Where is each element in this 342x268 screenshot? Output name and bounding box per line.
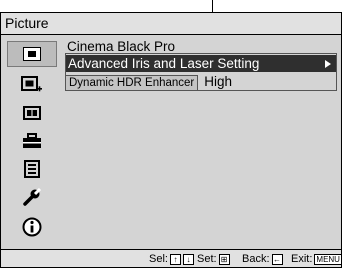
back-hint: Back: ← bbox=[242, 253, 283, 265]
submenu-arrow-icon bbox=[325, 60, 331, 68]
installation-wrench-icon bbox=[23, 188, 41, 206]
up-arrow-key-icon: ↑ bbox=[169, 253, 181, 265]
sidebar-item-setup[interactable] bbox=[15, 129, 49, 153]
information-icon bbox=[22, 217, 42, 237]
picture-plus-icon bbox=[21, 76, 42, 92]
sidebar-item-information[interactable] bbox=[15, 215, 49, 239]
menu-item-advanced-iris-laser[interactable]: Advanced Iris and Laser Setting bbox=[65, 55, 337, 72]
sidebar-item-picture-plus[interactable] bbox=[15, 73, 49, 97]
setting-label: Dynamic HDR Enhancer bbox=[65, 75, 199, 91]
menu-footer: Sel: ↑ ↓ Set: ⊞ Back: ← Exit: MENU bbox=[1, 249, 342, 267]
picture-menu: Picture Cinema Black Pro Advanced Iris a… bbox=[0, 12, 342, 268]
menu-item-label: Advanced Iris and Laser Setting bbox=[68, 56, 260, 71]
picture-icon bbox=[23, 47, 41, 61]
menu-content: Cinema Black Pro Advanced Iris and Laser… bbox=[61, 35, 341, 249]
setting-value: High bbox=[204, 74, 233, 89]
menu-sidebar bbox=[7, 39, 57, 247]
screen-icon bbox=[23, 106, 41, 120]
sidebar-item-function[interactable] bbox=[15, 157, 49, 181]
sidebar-item-screen[interactable] bbox=[15, 101, 49, 125]
menu-subitem-dynamic-hdr[interactable]: Dynamic HDR Enhancer High bbox=[65, 73, 233, 91]
exit-hint: Exit: MENU bbox=[291, 253, 342, 265]
enter-key-icon: ⊞ bbox=[218, 253, 230, 265]
sidebar-item-installation[interactable] bbox=[15, 185, 49, 209]
callout-line bbox=[212, 0, 213, 12]
menu-title-bar: Picture bbox=[1, 13, 341, 35]
select-hint: Sel: ↑ ↓ bbox=[149, 253, 194, 265]
menu-item-cinema-black-pro[interactable]: Cinema Black Pro bbox=[67, 39, 175, 54]
menu-title: Picture bbox=[5, 15, 49, 31]
left-arrow-key-icon: ← bbox=[271, 253, 283, 265]
setup-toolbox-icon bbox=[23, 133, 41, 148]
menu-key-icon: MENU bbox=[314, 253, 342, 265]
set-hint: Set: ⊞ bbox=[197, 253, 230, 265]
down-arrow-key-icon: ↓ bbox=[182, 253, 194, 265]
function-icon bbox=[24, 160, 40, 178]
sidebar-item-picture[interactable] bbox=[7, 41, 57, 67]
